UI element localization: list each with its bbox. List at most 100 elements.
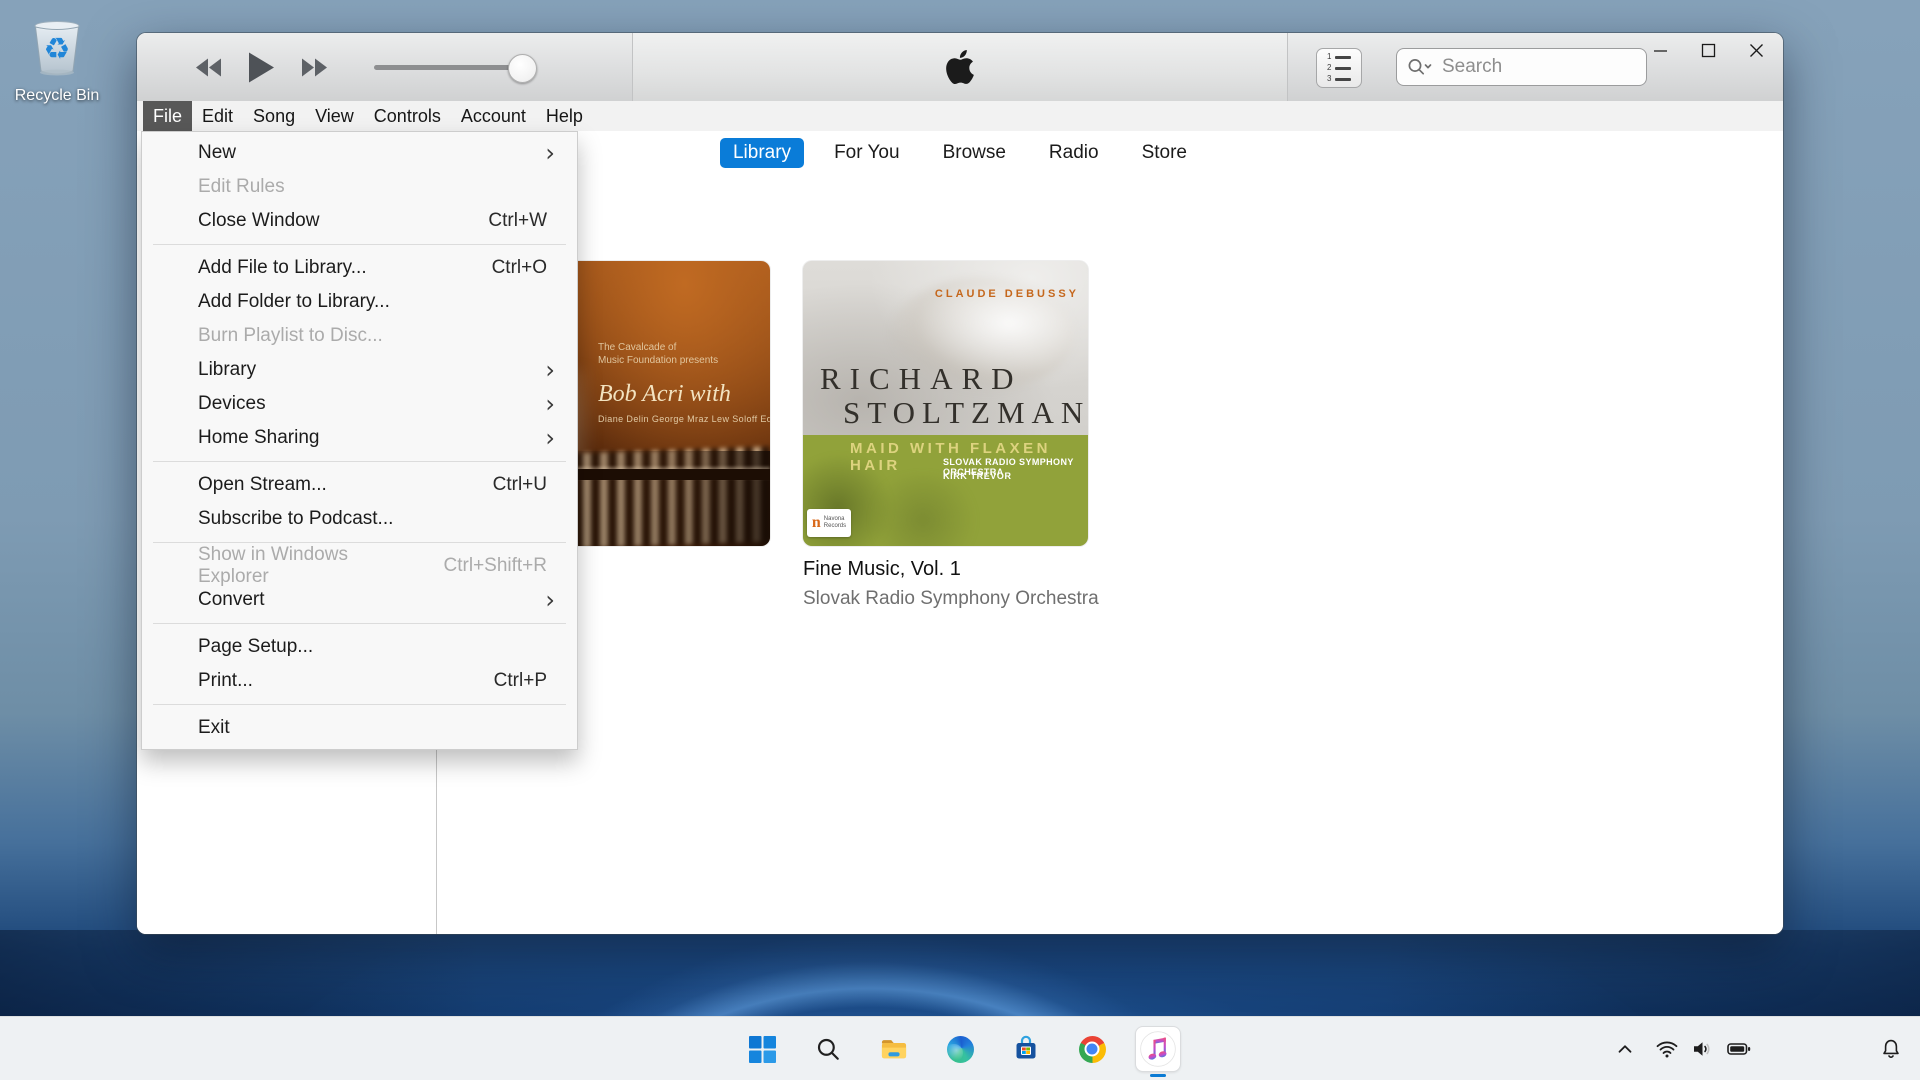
next-track-button[interactable] — [301, 57, 328, 78]
tab-library[interactable]: Library — [720, 138, 804, 168]
itunes-window: 1 2 3 — [137, 33, 1783, 934]
menu-item-add-file-to-library[interactable]: Add File to Library... Ctrl+O — [142, 251, 577, 285]
view-options-button[interactable]: 1 2 3 — [1316, 48, 1362, 88]
submenu-chevron-icon: › — [545, 143, 555, 163]
chevron-up-icon — [1614, 1038, 1636, 1060]
tab-store[interactable]: Store — [1129, 138, 1200, 168]
search-box[interactable] — [1396, 48, 1647, 86]
menu-item-add-folder-to-library[interactable]: Add Folder to Library... — [142, 285, 577, 319]
recycle-bin-label: Recycle Bin — [12, 87, 102, 105]
chrome-browser-button[interactable] — [1069, 1026, 1115, 1072]
volume-knob[interactable] — [508, 54, 537, 83]
edge-icon — [947, 1036, 974, 1063]
battery-icon — [1722, 1029, 1756, 1069]
album-performer-text: STOLTZMAN — [843, 395, 1088, 431]
volume-icon — [1686, 1029, 1720, 1069]
menu-separator — [153, 623, 566, 624]
wifi-icon — [1650, 1029, 1684, 1069]
album-composer-text: CLAUDE DEBUSSY — [935, 288, 1079, 300]
menu-item-library[interactable]: Library › — [142, 353, 577, 387]
taskbar-search-button[interactable] — [805, 1026, 851, 1072]
menu-separator — [153, 461, 566, 462]
menu-item-devices[interactable]: Devices › — [142, 387, 577, 421]
previous-icon — [195, 57, 222, 78]
microsoft-store-button[interactable] — [1003, 1026, 1049, 1072]
album-conductor-text: KIRK TREVOR — [943, 471, 1012, 481]
submenu-chevron-icon: › — [545, 428, 555, 448]
system-tray — [1608, 1017, 1920, 1080]
menu-account[interactable]: Account — [451, 101, 536, 131]
menu-item-open-stream[interactable]: Open Stream... Ctrl+U — [142, 468, 577, 502]
record-label-logo: n Navona Records — [807, 509, 851, 537]
desktop: ♻ Recycle Bin — [0, 0, 1920, 1080]
bell-icon — [1879, 1037, 1903, 1061]
album-artist-link[interactable]: Slovak Radio Symphony Orchestra — [803, 588, 1099, 610]
start-button[interactable] — [739, 1026, 785, 1072]
itunes-taskbar-button[interactable] — [1135, 1026, 1181, 1072]
menu-separator — [153, 244, 566, 245]
menu-song[interactable]: Song — [243, 101, 305, 131]
submenu-chevron-icon: › — [545, 360, 555, 380]
file-explorer-button[interactable] — [871, 1026, 917, 1072]
itunes-toolbar: 1 2 3 — [137, 33, 1783, 102]
search-icon — [1407, 57, 1434, 77]
volume-slider[interactable] — [374, 33, 534, 101]
menu-help[interactable]: Help — [536, 101, 593, 131]
window-controls — [1647, 33, 1769, 67]
submenu-chevron-icon: › — [545, 394, 555, 414]
menu-separator — [153, 542, 566, 543]
maximize-button[interactable] — [1695, 37, 1721, 63]
recycle-bin-shortcut[interactable]: ♻ Recycle Bin — [12, 16, 102, 105]
apple-logo-icon — [943, 50, 977, 89]
menu-item-close-window[interactable]: Close Window Ctrl+W — [142, 204, 577, 238]
menu-item-new[interactable]: New › — [142, 136, 577, 170]
edge-browser-button[interactable] — [937, 1026, 983, 1072]
chrome-icon — [1079, 1036, 1106, 1063]
taskbar — [0, 1016, 1920, 1080]
tab-browse[interactable]: Browse — [930, 138, 1019, 168]
menu-item-page-setup[interactable]: Page Setup... — [142, 630, 577, 664]
album-performer-text: RICHARD — [820, 361, 1023, 397]
menu-item-burn-playlist: Burn Playlist to Disc... — [142, 319, 577, 353]
menu-item-exit[interactable]: Exit — [142, 711, 577, 745]
playback-controls — [195, 33, 328, 101]
minimize-button[interactable] — [1647, 37, 1673, 63]
menu-edit[interactable]: Edit — [192, 101, 243, 131]
menu-item-subscribe-to-podcast[interactable]: Subscribe to Podcast... — [142, 502, 577, 536]
menu-file[interactable]: File — [143, 101, 192, 131]
previous-track-button[interactable] — [195, 57, 222, 78]
tab-for-you[interactable]: For You — [821, 138, 913, 168]
submenu-chevron-icon: › — [545, 590, 555, 610]
menu-item-convert[interactable]: Convert › — [142, 583, 577, 617]
tray-overflow-button[interactable] — [1608, 1029, 1642, 1069]
network-volume-battery-group[interactable] — [1650, 1029, 1756, 1069]
menu-bar: File Edit Song View Controls Account Hel… — [137, 101, 1783, 131]
file-menu-dropdown: New › Edit Rules Close Window Ctrl+W Add… — [141, 131, 578, 750]
close-button[interactable] — [1743, 37, 1769, 63]
windows-start-icon — [749, 1036, 776, 1063]
menu-view[interactable]: View — [305, 101, 364, 131]
menu-item-edit-rules: Edit Rules — [142, 170, 577, 204]
play-button[interactable] — [248, 52, 275, 83]
microsoft-store-icon — [1012, 1035, 1040, 1063]
menu-separator — [153, 704, 566, 705]
notification-bell-button[interactable] — [1874, 1029, 1908, 1069]
menu-item-home-sharing[interactable]: Home Sharing › — [142, 421, 577, 455]
file-explorer-icon — [879, 1036, 909, 1062]
search-input[interactable] — [1440, 55, 1614, 79]
tab-radio[interactable]: Radio — [1036, 138, 1112, 168]
svg-text:♻: ♻ — [44, 32, 71, 67]
play-icon — [248, 52, 275, 83]
album-title-link[interactable]: Fine Music, Vol. 1 — [803, 558, 1099, 581]
menu-controls[interactable]: Controls — [364, 101, 451, 131]
album-cover-fine-music[interactable]: CLAUDE DEBUSSY RICHARD STOLTZMAN MAID WI… — [803, 261, 1088, 546]
minimize-icon — [1653, 43, 1668, 58]
numbered-list-icon: 1 2 3 — [1327, 53, 1351, 83]
album-caption: Fine Music, Vol. 1 Slovak Radio Symphony… — [803, 558, 1099, 610]
album-art-text: The Cavalcade of Music Foundation presen… — [598, 341, 770, 424]
recycle-bin-icon: ♻ — [26, 16, 88, 80]
maximize-icon — [1701, 43, 1716, 58]
menu-item-show-in-windows-explorer: Show in Windows Explorer Ctrl+Shift+R — [142, 549, 577, 583]
menu-item-print[interactable]: Print... Ctrl+P — [142, 664, 577, 698]
itunes-icon — [1139, 1030, 1177, 1068]
